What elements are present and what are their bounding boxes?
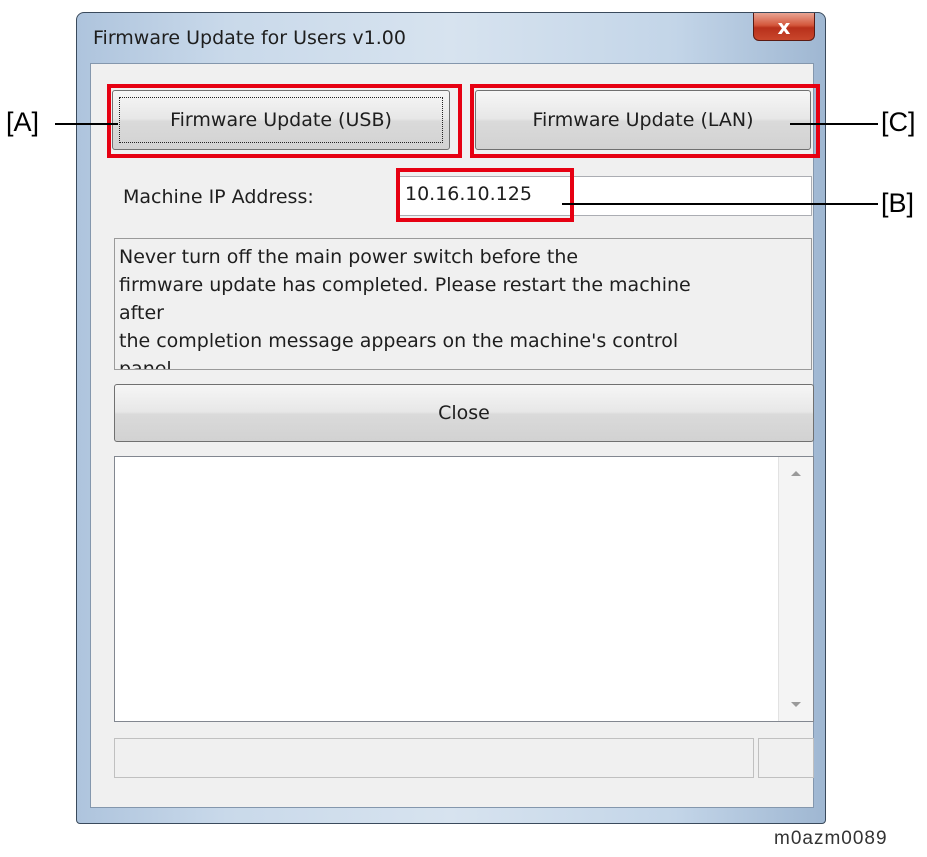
warning-message: Never turn off the main power switch bef… <box>114 238 812 370</box>
message-line: after <box>119 302 164 324</box>
leader-line-a <box>55 123 118 125</box>
leader-line-c <box>790 123 878 125</box>
close-button[interactable]: Close <box>114 384 814 442</box>
message-line: Never turn off the main power switch bef… <box>119 246 579 268</box>
message-line: firmware update has completed. Please re… <box>119 274 691 296</box>
callout-label-c: [C] <box>881 107 916 137</box>
callout-box-b <box>396 168 574 222</box>
window-title: Firmware Update for Users v1.00 <box>93 27 406 49</box>
scroll-down-icon[interactable] <box>791 702 801 707</box>
ip-address-label: Machine IP Address: <box>123 186 314 208</box>
status-bar-main <box>114 738 754 778</box>
callout-box-a <box>107 84 462 158</box>
figure: Firmware Update for Users v1.00 x Firmwa… <box>0 0 927 857</box>
figure-id: m0azm0089 <box>774 828 888 849</box>
leader-line-b <box>562 203 878 205</box>
message-line: panel. <box>119 358 178 370</box>
callout-label-a: [A] <box>6 107 40 137</box>
callout-label-b: [B] <box>881 188 915 218</box>
window-close-button[interactable]: x <box>753 13 815 41</box>
message-line: the completion message appears on the ma… <box>119 330 679 352</box>
status-bar-side <box>758 738 814 778</box>
scroll-up-icon[interactable] <box>791 471 801 476</box>
close-button-label: Close <box>438 402 490 424</box>
vertical-scrollbar[interactable] <box>778 457 813 721</box>
close-icon: x <box>777 14 791 39</box>
log-textarea[interactable] <box>114 456 814 722</box>
callout-box-c <box>470 84 820 158</box>
